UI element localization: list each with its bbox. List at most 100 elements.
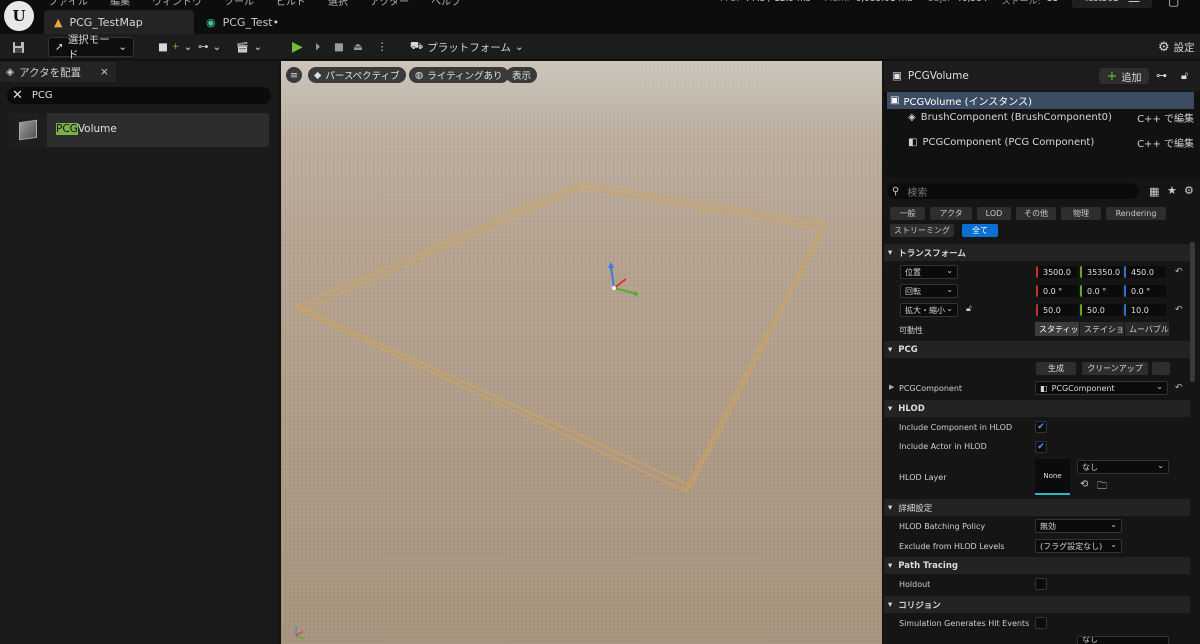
gear-icon[interactable]: ⚙ [1184, 184, 1194, 197]
menu-item-edit[interactable]: 編集 [110, 0, 130, 8]
menu-item-build[interactable]: ビルド [276, 0, 306, 8]
use-selected-asset-icon[interactable]: ⟲ [1080, 479, 1088, 490]
scale-z-field[interactable]: 10.0 [1124, 304, 1166, 316]
filter-actor[interactable]: アクタ [930, 207, 972, 220]
exclude-hlod-dropdown[interactable]: (フラグ設定なし) ⌄ [1035, 539, 1122, 553]
tab-place-actors[interactable]: ◈ アクタを配置 × [0, 62, 116, 82]
viewport-menu-button[interactable]: ≡ [286, 67, 302, 83]
cinematics-button[interactable]: 🎬︎ ⌄ [236, 37, 262, 57]
rotation-x-field[interactable]: 0.0 ° [1036, 285, 1078, 297]
cleanup-button[interactable]: クリーンアップ [1082, 362, 1148, 375]
scale-mode-dropdown[interactable]: 拡大・縮小 ⌄ [900, 303, 958, 317]
tree-row-instance[interactable]: ▣ PCGVolume (インスタンス) [887, 92, 1194, 109]
include-actor-checkbox[interactable]: ✔ [1035, 441, 1047, 453]
collision-partial-dropdown[interactable]: なし [1077, 636, 1169, 644]
filter-all[interactable]: 全て [962, 224, 998, 237]
blueprint-button[interactable]: ⊶ ⌄ [198, 37, 221, 57]
stop-icon[interactable]: ■ [334, 37, 344, 57]
filter-general[interactable]: 一般 [890, 207, 925, 220]
details-scrollbar[interactable] [1190, 242, 1195, 382]
filter-misc[interactable]: その他 [1016, 207, 1056, 220]
edit-cpp-link[interactable]: C++ で編集 [1137, 110, 1194, 125]
filter-rendering[interactable]: Rendering [1106, 207, 1166, 220]
menu-item-file[interactable]: ファイル [48, 0, 88, 8]
menu-item-window[interactable]: ウィンドウ [152, 0, 202, 8]
edit-cpp-link[interactable]: C++ で編集 [1137, 135, 1194, 150]
tab-pcg-test[interactable]: ◉ PCG_Test• [196, 10, 289, 34]
reset-arrow-icon[interactable]: ↶ [1175, 267, 1183, 277]
selection-mode-dropdown[interactable]: ➚ 選択モード ⌄ [48, 34, 134, 61]
skip-frame-icon[interactable]: ⏵︎ [315, 37, 320, 57]
eject-icon[interactable]: ⏏︎ [353, 37, 363, 57]
favorite-star-icon[interactable]: ★ [1167, 184, 1177, 197]
tree-row-brush-component[interactable]: ◈ BrushComponent (BrushComponent0) C++ で… [908, 109, 1194, 126]
rotation-mode-dropdown[interactable]: 回転 ⌄ [900, 284, 958, 298]
transform-gizmo-icon[interactable] [608, 262, 639, 297]
location-x-field[interactable]: 3500.0 [1036, 266, 1078, 278]
play-icon[interactable]: ▶ [292, 37, 303, 57]
reset-arrow-icon[interactable]: ↶ [1175, 305, 1183, 315]
scale-y-field[interactable]: 50.0 [1080, 304, 1122, 316]
save-icon[interactable] [12, 37, 25, 57]
mobility-static-option[interactable]: スタティック [1035, 322, 1079, 336]
section-advanced[interactable]: ▾ 詳細設定 [884, 499, 1190, 516]
filter-lod[interactable]: LOD [977, 207, 1011, 220]
browse-folder-icon[interactable]: 🗀︎ [1097, 479, 1107, 496]
tab-pcg-testmap[interactable]: ▲ PCG_TestMap [44, 10, 194, 34]
table-view-icon[interactable]: ▦ [1149, 185, 1159, 198]
maximize-icon[interactable]: ▢ [1168, 0, 1179, 8]
details-search-input[interactable]: ⚲ 検索 [887, 183, 1139, 199]
actor-search-input[interactable]: ✕ PCG [7, 87, 271, 104]
hlod-layer-dropdown[interactable]: なし ⌄ [1077, 460, 1169, 474]
play-options-icon[interactable]: ⋮ [377, 37, 388, 57]
pcg-volume-outline[interactable] [295, 182, 828, 492]
mobility-movable-option[interactable]: ムーバブル [1125, 322, 1169, 336]
rotation-y-field[interactable]: 0.0 ° [1080, 285, 1122, 297]
scale-x-field[interactable]: 50.0 [1036, 304, 1078, 316]
section-hlod[interactable]: ▾ HLOD [884, 400, 1190, 417]
project-name[interactable]: Test502 [1072, 0, 1152, 8]
location-y-field[interactable]: 35350.0 [1080, 266, 1122, 278]
filter-physics[interactable]: 物理 [1061, 207, 1101, 220]
show-button[interactable]: 表示 [506, 67, 538, 83]
list-item-pcg-volume[interactable]: PCGVolume [9, 113, 269, 147]
location-z-field[interactable]: 450.0 [1124, 266, 1166, 278]
expand-arrow-icon[interactable]: ▶ [889, 383, 894, 391]
section-transform[interactable]: ▾ トランスフォーム [884, 244, 1190, 261]
section-collision[interactable]: ▾ コリジョン [884, 596, 1190, 613]
minimize-icon[interactable]: — [1128, 0, 1140, 8]
hlod-layer-thumbnail[interactable]: None [1035, 459, 1070, 495]
add-component-button[interactable]: + 追加 [1099, 68, 1149, 84]
add-actor-button[interactable]: ■ + ⌄ [158, 37, 192, 57]
batching-policy-dropdown[interactable]: 無効 ⌄ [1035, 519, 1122, 533]
mobility-stationary-option[interactable]: ステイショナリ [1080, 322, 1124, 336]
close-icon[interactable]: × [100, 66, 109, 78]
reset-arrow-icon[interactable]: ↶ [1175, 383, 1183, 393]
filter-streaming[interactable]: ストリーミング [890, 224, 954, 237]
platforms-dropdown[interactable]: ⛟ プラットフォーム ⌄ [410, 37, 524, 57]
tree-row-pcg-component[interactable]: ◧ PCGComponent (PCG Component) C++ で編集 [908, 134, 1194, 151]
pcg-component-dropdown[interactable]: ◧ PCGComponent ⌄ [1035, 381, 1168, 395]
menu-item-tools[interactable]: ツール [224, 0, 254, 8]
blueprint-convert-icon[interactable]: ⊶ [1156, 69, 1167, 82]
scale-lock-icon[interactable]: 🔓︎ [966, 304, 972, 314]
rotation-z-field[interactable]: 0.0 ° [1124, 285, 1166, 297]
lighting-button[interactable]: ◍ ライティングあり [409, 67, 509, 83]
holdout-checkbox[interactable] [1035, 578, 1047, 590]
settings-button[interactable]: ⚙ 設定 [1158, 37, 1195, 57]
menu-item-actor[interactable]: アクター [370, 0, 409, 8]
more-actions-button[interactable] [1152, 362, 1170, 375]
section-pcg[interactable]: ▾ PCG [884, 341, 1190, 358]
menu-item-help[interactable]: ヘルプ [431, 0, 461, 8]
clear-search-icon[interactable]: ✕ [12, 88, 23, 103]
lock-icon[interactable]: 🔓︎ [1181, 69, 1188, 83]
section-path-tracing[interactable]: ▾ Path Tracing [884, 557, 1190, 574]
menu-item-select[interactable]: 選択 [328, 0, 348, 8]
include-component-checkbox[interactable]: ✔ [1035, 421, 1047, 433]
perspective-button[interactable]: ◆ パースペクティブ [308, 67, 406, 83]
unreal-logo-icon[interactable]: U [4, 1, 34, 31]
sim-hit-events-checkbox[interactable] [1035, 617, 1047, 629]
location-mode-dropdown[interactable]: 位置 ⌄ [900, 265, 958, 279]
level-viewport[interactable]: ≡ ◆ パースペクティブ ◍ ライティングあり 表示 [281, 61, 882, 644]
generate-button[interactable]: 生成 [1036, 362, 1076, 375]
